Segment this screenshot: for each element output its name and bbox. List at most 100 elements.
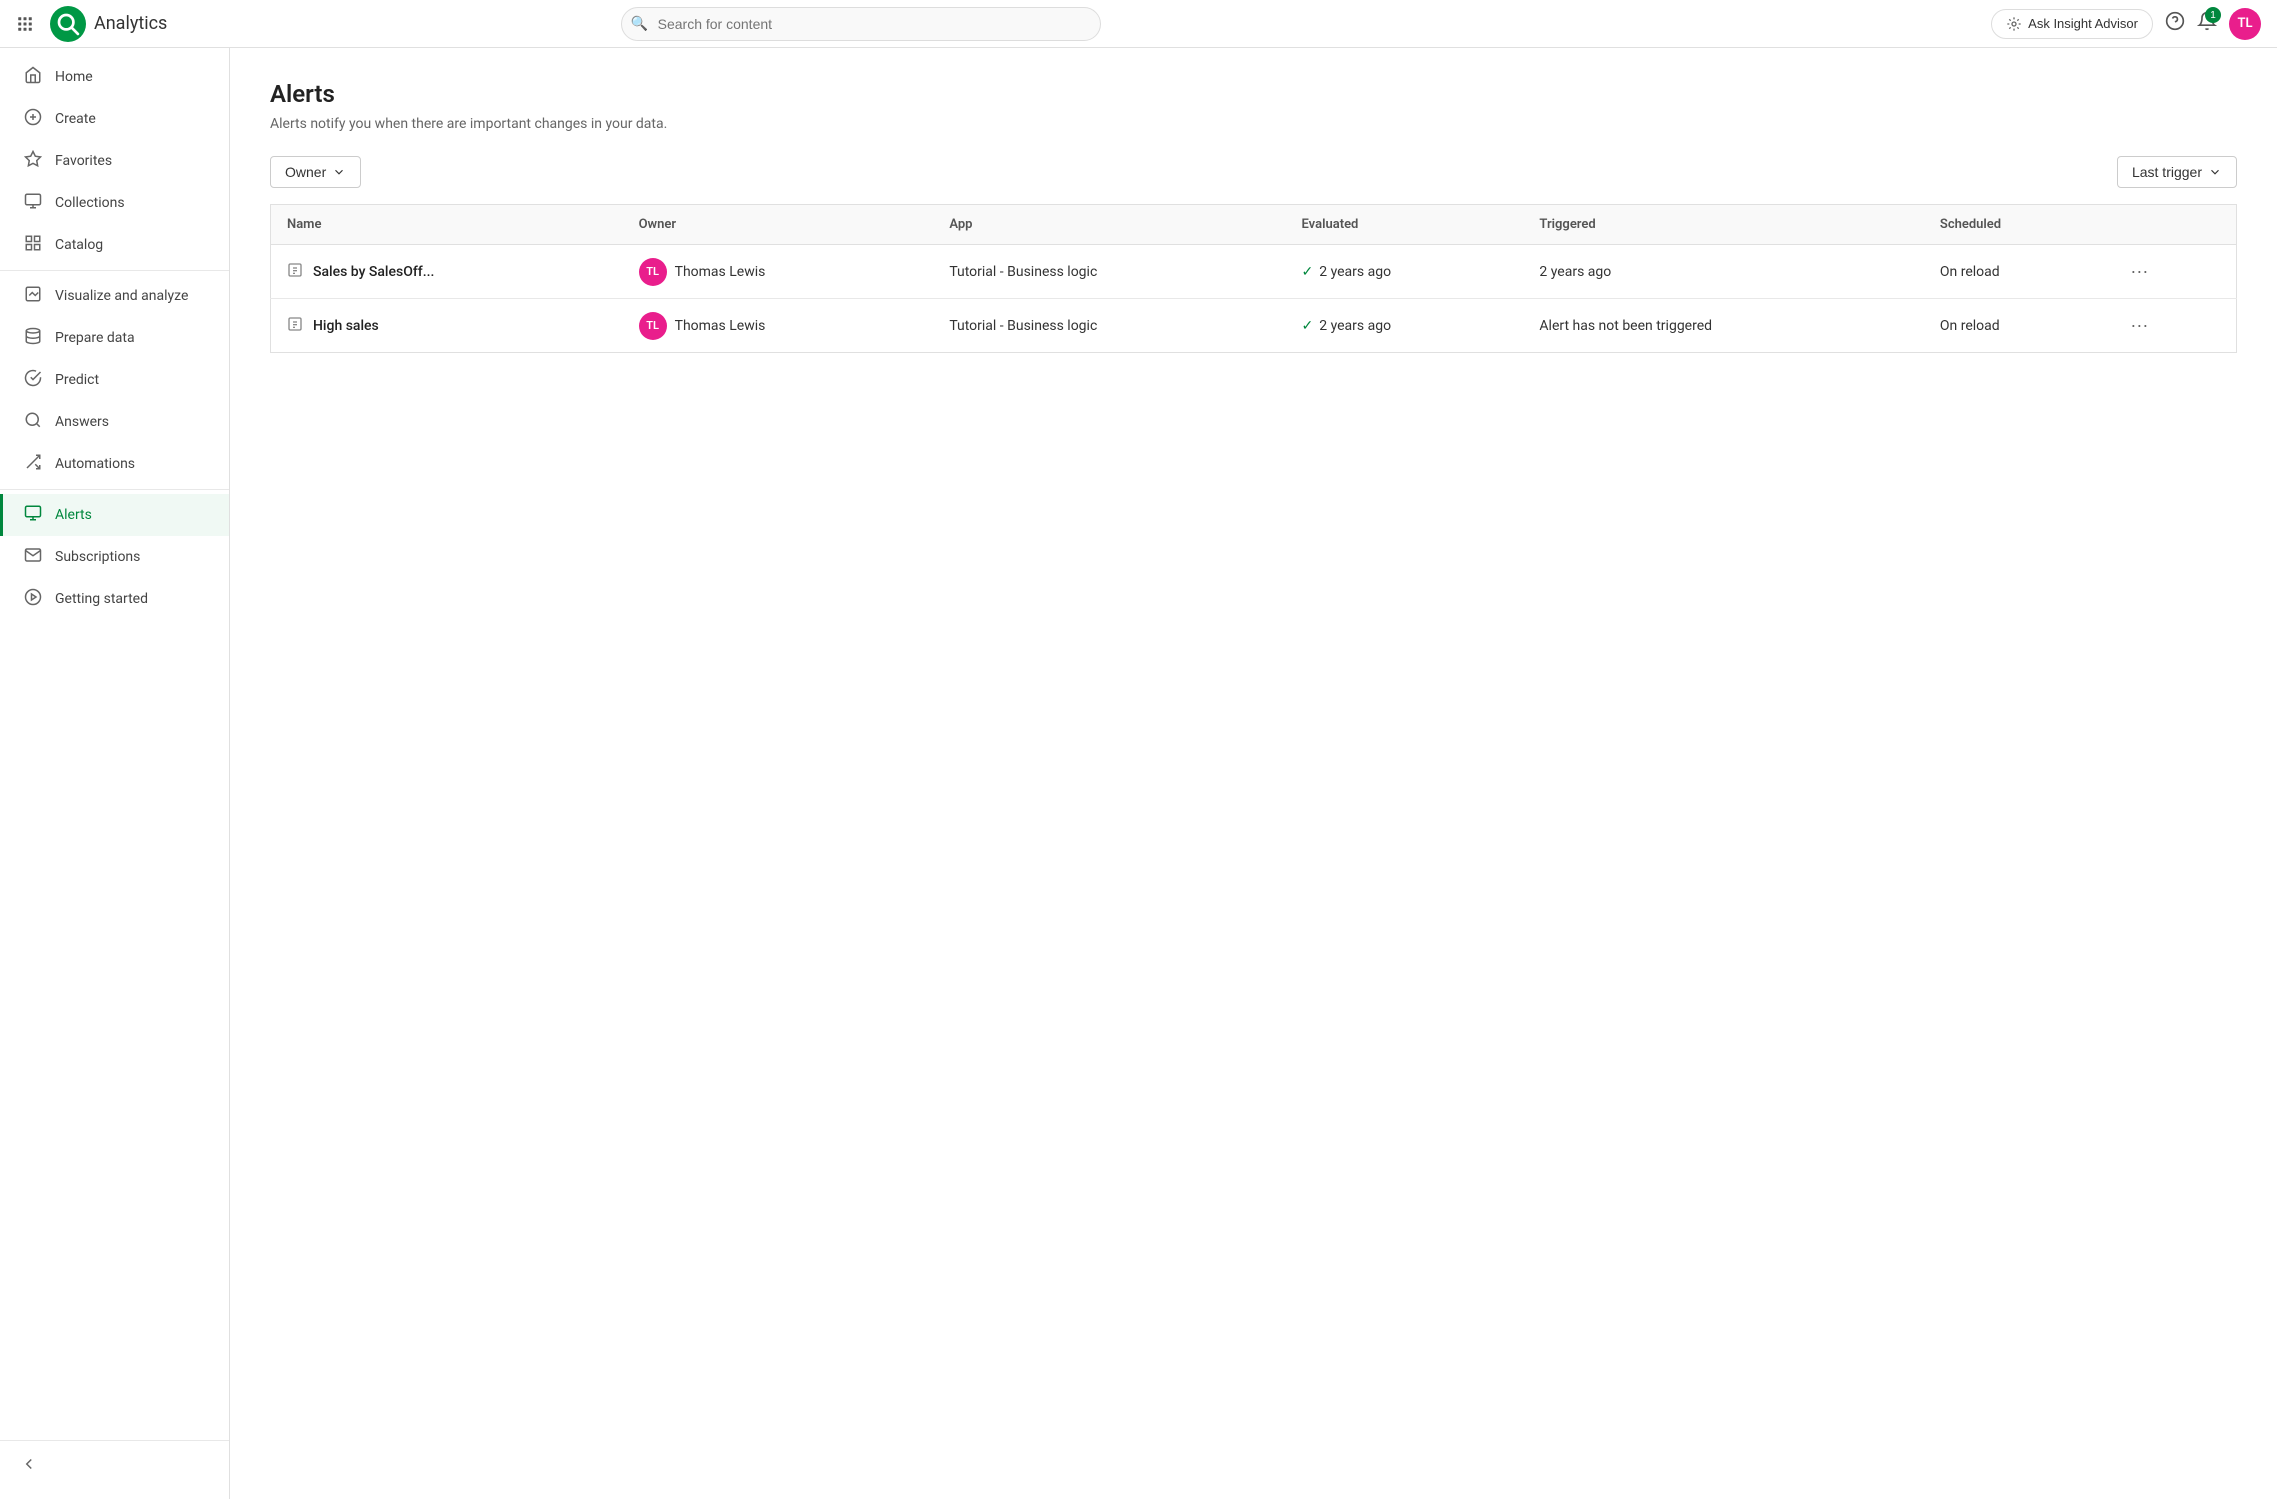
answers-icon xyxy=(23,411,43,433)
last-trigger-chevron-icon xyxy=(2208,165,2222,179)
search-container: 🔍 xyxy=(621,7,1101,41)
row1-owner-cell: TL Thomas Lewis xyxy=(623,245,934,299)
sidebar-prepare-label: Prepare data xyxy=(55,330,135,346)
row2-more-button[interactable]: ··· xyxy=(2122,311,2156,340)
alert-doc-icon-1 xyxy=(287,262,303,282)
top-nav: Analytics 🔍 Ask Insight Advisor xyxy=(0,0,2277,48)
visualize-icon xyxy=(23,285,43,307)
row2-owner-cell: TL Thomas Lewis xyxy=(623,299,934,353)
row2-evaluated-cell: ✓ 2 years ago xyxy=(1286,299,1524,353)
sidebar-item-catalog[interactable]: Catalog xyxy=(0,224,229,266)
sidebar-item-subscriptions[interactable]: Subscriptions xyxy=(0,536,229,578)
chevron-down-icon xyxy=(332,165,346,179)
sidebar-visualize-label: Visualize and analyze xyxy=(55,288,188,304)
col-triggered: Triggered xyxy=(1523,205,1923,245)
row2-scheduled: On reload xyxy=(1924,299,2106,353)
row1-owner-name: Thomas Lewis xyxy=(675,264,766,280)
page-title: Alerts xyxy=(270,80,2237,108)
table-body: Sales by SalesOff... TL Thomas Lewis Tut… xyxy=(271,245,2237,353)
table-row: High sales TL Thomas Lewis Tutorial - Bu… xyxy=(271,299,2237,353)
nav-right: Ask Insight Advisor 1 TL xyxy=(1991,8,2261,40)
sidebar-item-getting-started[interactable]: Getting started xyxy=(0,578,229,620)
prepare-icon xyxy=(23,327,43,349)
page-subtitle: Alerts notify you when there are importa… xyxy=(270,116,2237,132)
sidebar-item-prepare[interactable]: Prepare data xyxy=(0,317,229,359)
col-evaluated: Evaluated xyxy=(1286,205,1524,245)
user-avatar[interactable]: TL xyxy=(2229,8,2261,40)
sidebar-item-home[interactable]: Home xyxy=(0,56,229,98)
col-actions xyxy=(2106,205,2236,245)
sidebar-item-answers[interactable]: Answers xyxy=(0,401,229,443)
sidebar-automations-label: Automations xyxy=(55,456,135,472)
check-icon-1: ✓ xyxy=(1302,264,1314,280)
sidebar-divider-2 xyxy=(0,489,229,490)
predict-icon xyxy=(23,369,43,391)
row1-evaluated-text: 2 years ago xyxy=(1319,264,1391,280)
owner-filter-button[interactable]: Owner xyxy=(270,156,361,188)
row1-actions-cell: ··· xyxy=(2106,245,2236,299)
create-icon xyxy=(23,108,43,130)
sidebar-nav: Home Create xyxy=(0,48,229,1428)
col-scheduled: Scheduled xyxy=(1924,205,2106,245)
alert-doc-icon-2 xyxy=(287,316,303,336)
search-input[interactable] xyxy=(621,7,1101,41)
help-button[interactable] xyxy=(2165,11,2185,36)
last-trigger-label: Last trigger xyxy=(2132,164,2202,180)
sidebar-item-create[interactable]: Create xyxy=(0,98,229,140)
star-icon xyxy=(23,150,43,172)
sidebar-home-label: Home xyxy=(55,69,93,85)
catalog-icon xyxy=(23,234,43,256)
row2-evaluated-text: 2 years ago xyxy=(1319,318,1391,334)
table-header-row: Name Owner App Evaluated Triggered Sched… xyxy=(271,205,2237,245)
sidebar: Home Create xyxy=(0,48,230,1499)
row1-more-button[interactable]: ··· xyxy=(2122,257,2156,286)
table-row: Sales by SalesOff... TL Thomas Lewis Tut… xyxy=(271,245,2237,299)
col-app: App xyxy=(933,205,1285,245)
row1-name-cell: Sales by SalesOff... xyxy=(271,245,623,299)
sidebar-create-label: Create xyxy=(55,111,96,127)
sidebar-item-collections[interactable]: Collections xyxy=(0,182,229,224)
row2-name[interactable]: High sales xyxy=(313,318,379,334)
sidebar-item-favorites[interactable]: Favorites xyxy=(0,140,229,182)
toolbar: Owner Last trigger xyxy=(270,156,2237,188)
sidebar-getting-started-label: Getting started xyxy=(55,591,148,607)
subscriptions-icon xyxy=(23,546,43,568)
check-icon-2: ✓ xyxy=(1302,318,1314,334)
qlik-logo[interactable]: Analytics xyxy=(50,6,167,42)
col-name: Name xyxy=(271,205,623,245)
sidebar-collapse-button[interactable] xyxy=(0,1445,229,1487)
row2-owner-name: Thomas Lewis xyxy=(675,318,766,334)
row2-actions-cell: ··· xyxy=(2106,299,2236,353)
owner-label: Owner xyxy=(285,164,326,180)
notifications-button[interactable]: 1 xyxy=(2197,11,2217,36)
row1-scheduled: On reload xyxy=(1924,245,2106,299)
row1-evaluated-cell: ✓ 2 years ago xyxy=(1286,245,1524,299)
collapse-icon xyxy=(20,1455,38,1477)
sidebar-item-predict[interactable]: Predict xyxy=(0,359,229,401)
insight-advisor-button[interactable]: Ask Insight Advisor xyxy=(1991,9,2153,39)
sidebar-item-alerts[interactable]: Alerts xyxy=(0,494,229,536)
sidebar-favorites-label: Favorites xyxy=(55,153,112,169)
sidebar-divider-1 xyxy=(0,270,229,271)
row1-name[interactable]: Sales by SalesOff... xyxy=(313,264,434,280)
sidebar-predict-label: Predict xyxy=(55,372,99,388)
getting-started-icon xyxy=(23,588,43,610)
grid-menu-button[interactable] xyxy=(16,13,34,34)
alerts-icon xyxy=(23,504,43,526)
sidebar-divider-bottom xyxy=(0,1440,229,1441)
main-layout: Home Create xyxy=(0,48,2277,1499)
sidebar-item-automations[interactable]: Automations xyxy=(0,443,229,485)
row1-triggered: 2 years ago xyxy=(1523,245,1923,299)
alerts-table: Name Owner App Evaluated Triggered Sched… xyxy=(270,204,2237,353)
app-title: Analytics xyxy=(94,13,167,34)
row2-name-cell: High sales xyxy=(271,299,623,353)
main-content: Alerts Alerts notify you when there are … xyxy=(230,48,2277,1499)
sidebar-collections-label: Collections xyxy=(55,195,125,211)
row1-owner-avatar: TL xyxy=(639,258,667,286)
col-owner: Owner xyxy=(623,205,934,245)
app-layout: Analytics 🔍 Ask Insight Advisor xyxy=(0,0,2277,1499)
search-icon: 🔍 xyxy=(631,16,648,32)
last-trigger-button[interactable]: Last trigger xyxy=(2117,156,2237,188)
sidebar-item-visualize[interactable]: Visualize and analyze xyxy=(0,275,229,317)
row2-app: Tutorial - Business logic xyxy=(933,299,1285,353)
